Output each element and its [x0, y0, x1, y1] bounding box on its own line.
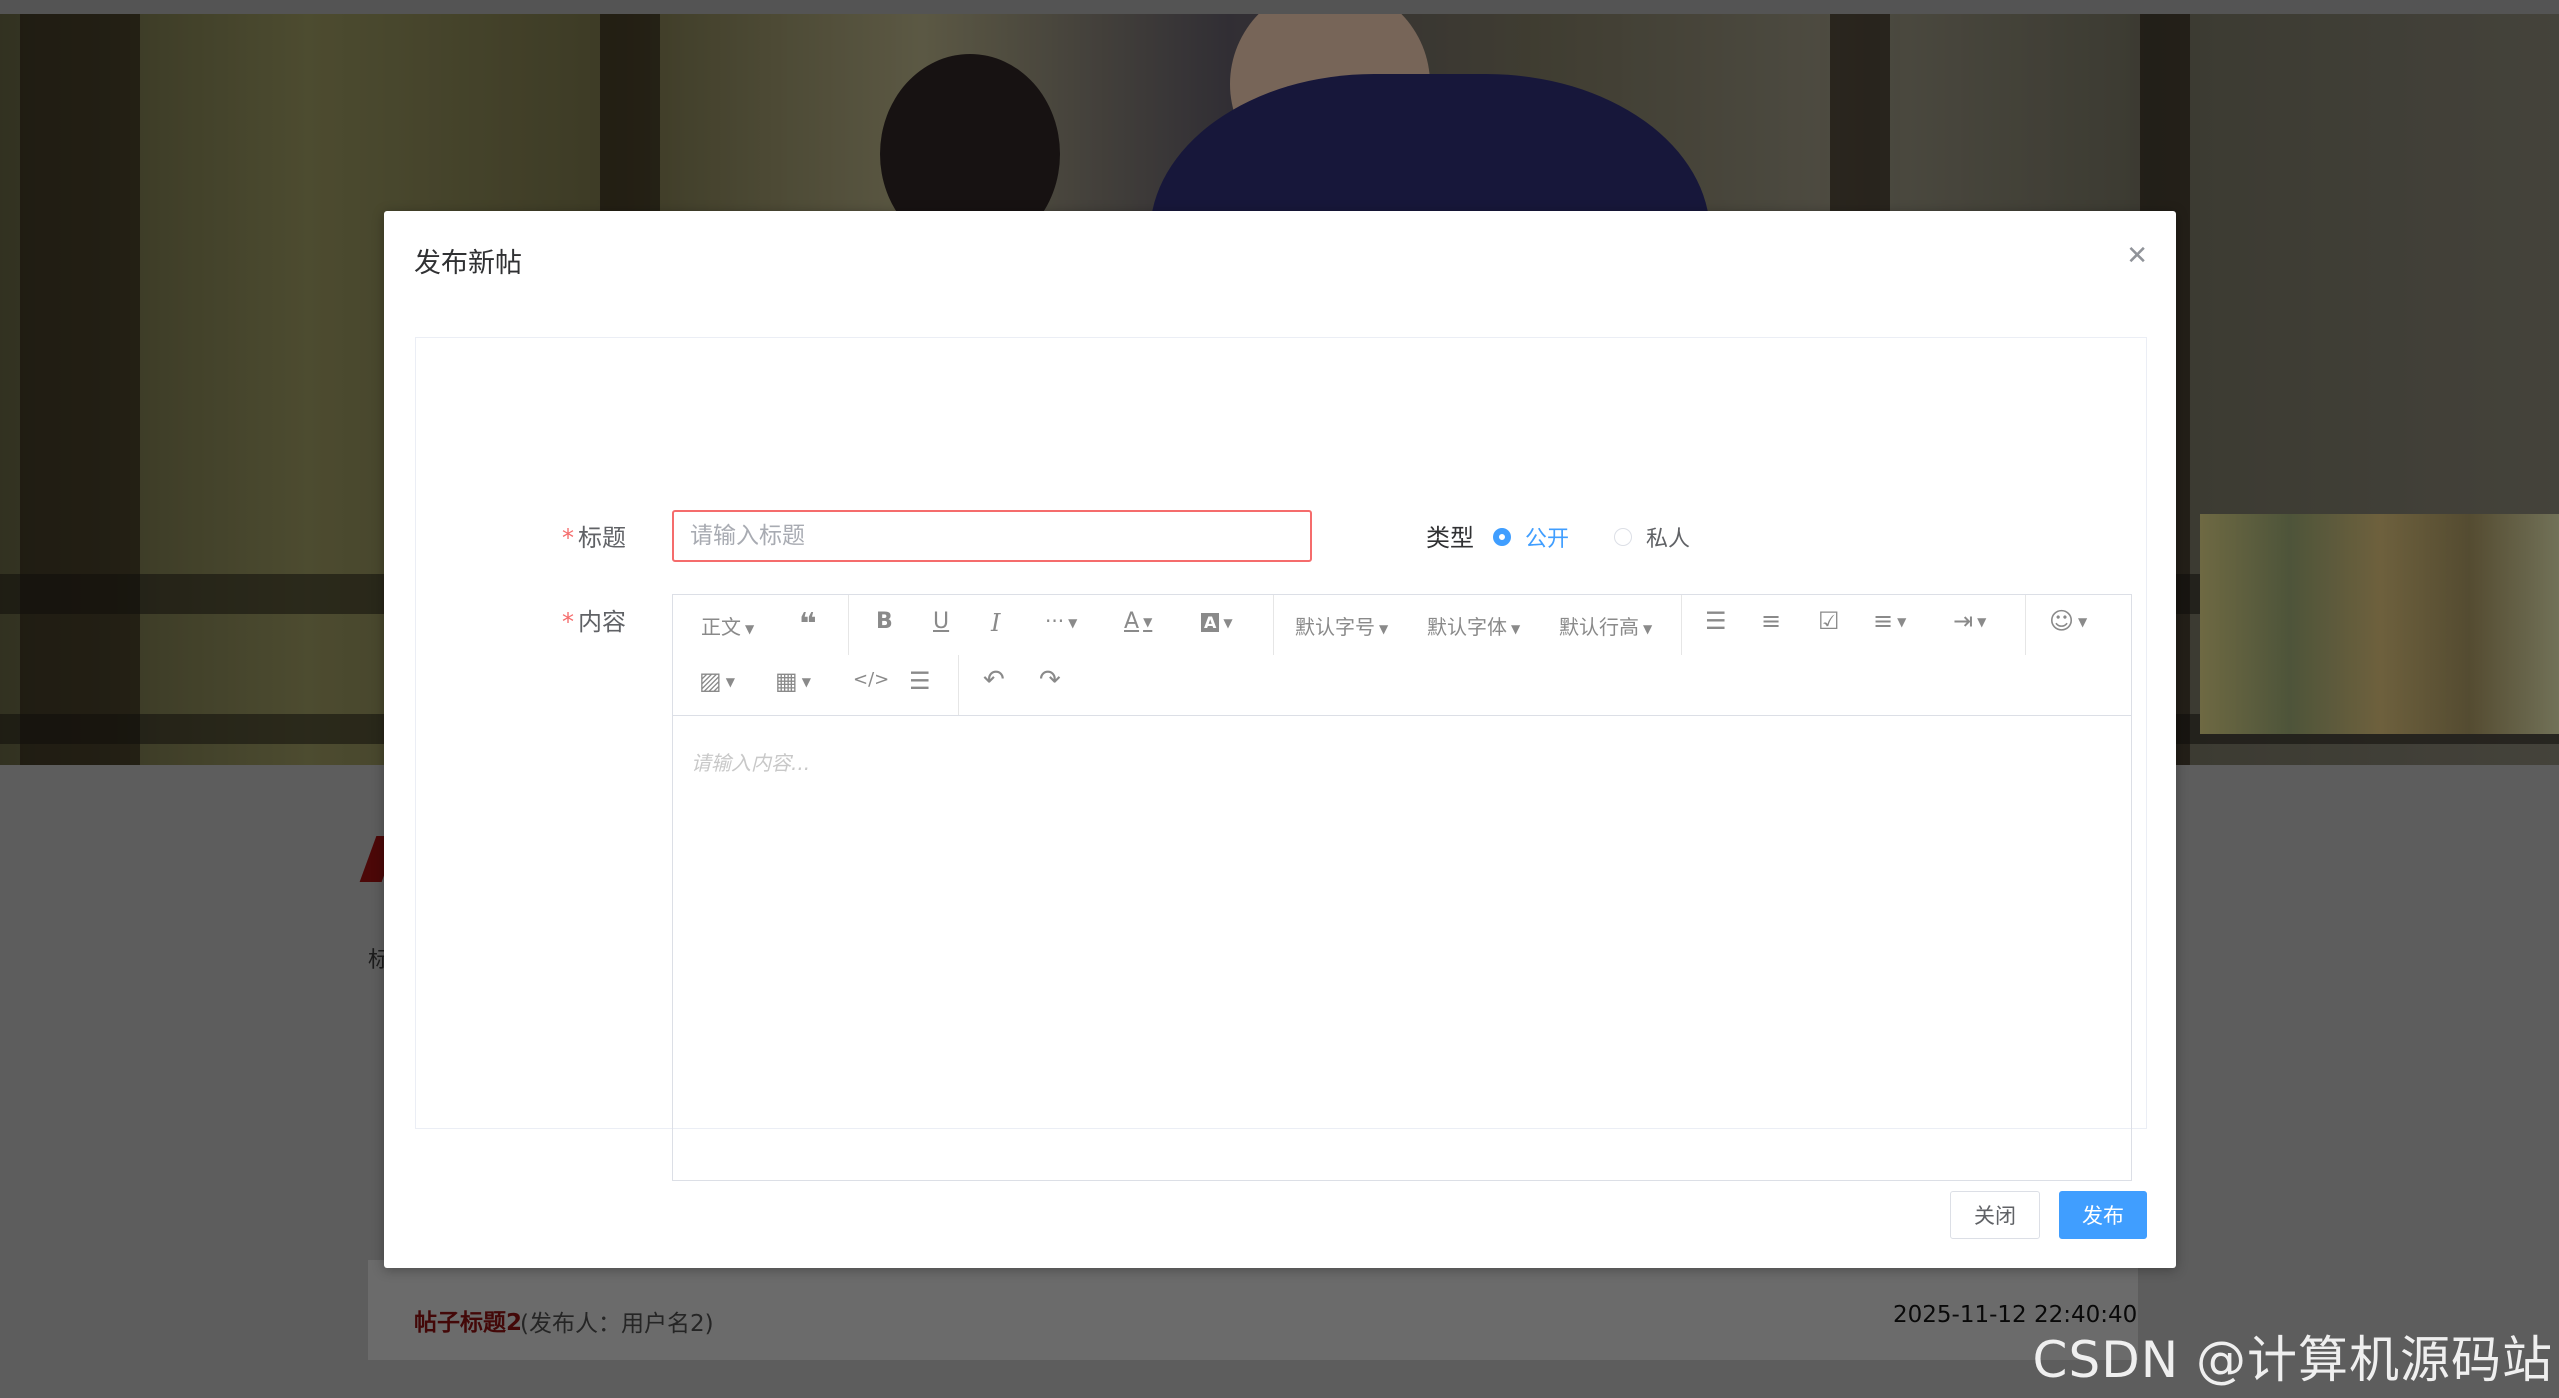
publish-button[interactable]: 发布 [2059, 1191, 2147, 1239]
quote-icon[interactable]: ❝ [799, 607, 817, 642]
rich-text-editor: 正文 ▼ ❝ B U I ··· ▼ A ▼ A ▼ 默认字号 ▼ 默认字体 ▼ 默认行高 ▼… [672, 594, 2132, 1181]
toolbar-divider [1681, 595, 1682, 655]
bg-color-button[interactable]: A ▼ [1201, 609, 1233, 633]
title-label-text: 标题 [578, 524, 626, 552]
chevron-down-icon: ▼ [725, 675, 735, 689]
redo-icon[interactable]: ↷ [1039, 665, 1061, 695]
chevron-down-icon: ▼ [1511, 621, 1521, 636]
font-family-select[interactable]: 默认字体 ▼ [1427, 611, 1520, 640]
title-input[interactable] [672, 510, 1312, 562]
content-editor-placeholder[interactable]: 请输入内容... [691, 747, 810, 776]
bg-color-icon: A [1201, 613, 1220, 632]
chevron-down-icon: ▼ [1223, 615, 1233, 630]
title-label: * 标题 [562, 518, 626, 553]
radio-public-label: 公开 [1525, 527, 1570, 552]
post-form: *标题 类型 公开 私人 *内容 正文▼ ❝ B U I ···▼ A▼ A▼ [415, 337, 2147, 1181]
new-post-dialog: 发布新帖 ✕ *标题 类型 公开 私人 *内容 正文▼ ❝ B U I ···▼… [384, 211, 2176, 1268]
dialog-title: 发布新帖 [414, 248, 522, 279]
heading-select[interactable]: 正文 ▼ [701, 611, 754, 640]
more-icon: ··· [1045, 609, 1065, 633]
toolbar-divider [958, 655, 959, 715]
toolbar-divider [2025, 595, 2026, 655]
chevron-down-icon: ▼ [1643, 621, 1653, 636]
close-button[interactable]: 关闭 [1950, 1191, 2040, 1239]
chevron-down-icon: ▼ [1068, 615, 1078, 630]
required-mark: * [562, 608, 574, 636]
underline-button[interactable]: U [933, 609, 949, 634]
emoji-icon[interactable]: ☺ ▼ [2049, 607, 2087, 635]
todo-icon[interactable]: ☑ [1818, 607, 1840, 635]
font-family-label: 默认字体 [1427, 615, 1507, 639]
chevron-down-icon: ▼ [1143, 615, 1153, 629]
undo-icon[interactable]: ↶ [983, 665, 1005, 695]
chevron-down-icon: ▼ [1379, 621, 1389, 636]
divider-icon[interactable]: ☰ [909, 667, 931, 695]
toolbar-divider [848, 595, 849, 655]
radio-public[interactable]: 公开 [1493, 521, 1569, 553]
required-mark: * [562, 524, 574, 552]
bullet-list-icon[interactable]: ☰ [1705, 607, 1727, 635]
numbered-list-icon[interactable]: ≡ [1761, 607, 1781, 635]
radio-checked-icon [1493, 528, 1511, 546]
align-icon[interactable]: ≡ ▼ [1873, 607, 1906, 635]
font-color-button[interactable]: A ▼ [1124, 609, 1152, 634]
radio-private-label: 私人 [1646, 527, 1691, 552]
italic-button[interactable]: I [991, 609, 1000, 637]
heading-select-label: 正文 [701, 615, 741, 639]
line-height-label: 默认行高 [1559, 615, 1639, 639]
font-size-select[interactable]: 默认字号 ▼ [1295, 611, 1388, 640]
chevron-down-icon: ▼ [801, 675, 811, 689]
watermark: CSDN @计算机源码站 [2032, 1331, 2553, 1389]
chevron-down-icon: ▼ [1897, 615, 1907, 629]
close-icon[interactable]: ✕ [2126, 243, 2148, 269]
chevron-down-icon: ▼ [2078, 615, 2088, 629]
bold-button[interactable]: B [876, 609, 893, 634]
radio-private[interactable]: 私人 [1614, 521, 1690, 553]
image-icon[interactable]: ▨ ▼ [699, 667, 735, 695]
font-size-label: 默认字号 [1295, 615, 1375, 639]
content-label-text: 内容 [578, 608, 626, 636]
line-height-select[interactable]: 默认行高 ▼ [1559, 611, 1652, 640]
radio-unchecked-icon [1614, 528, 1632, 546]
chevron-down-icon: ▼ [1977, 615, 1987, 629]
indent-icon[interactable]: ⇥ ▼ [1953, 607, 1986, 635]
content-label: * 内容 [562, 602, 626, 637]
toolbar-divider [1273, 595, 1274, 655]
table-icon[interactable]: ▦ ▼ [775, 667, 811, 695]
editor-toolbar: 正文 ▼ ❝ B U I ··· ▼ A ▼ A ▼ 默认字号 ▼ 默认字体 ▼ 默认行高 ▼… [673, 595, 2131, 716]
font-color-icon: A [1124, 609, 1140, 634]
type-label: 类型 [1426, 524, 1474, 552]
more-button[interactable]: ··· ▼ [1045, 609, 1077, 633]
code-icon[interactable]: </> [853, 669, 889, 690]
chevron-down-icon: ▼ [745, 621, 755, 636]
